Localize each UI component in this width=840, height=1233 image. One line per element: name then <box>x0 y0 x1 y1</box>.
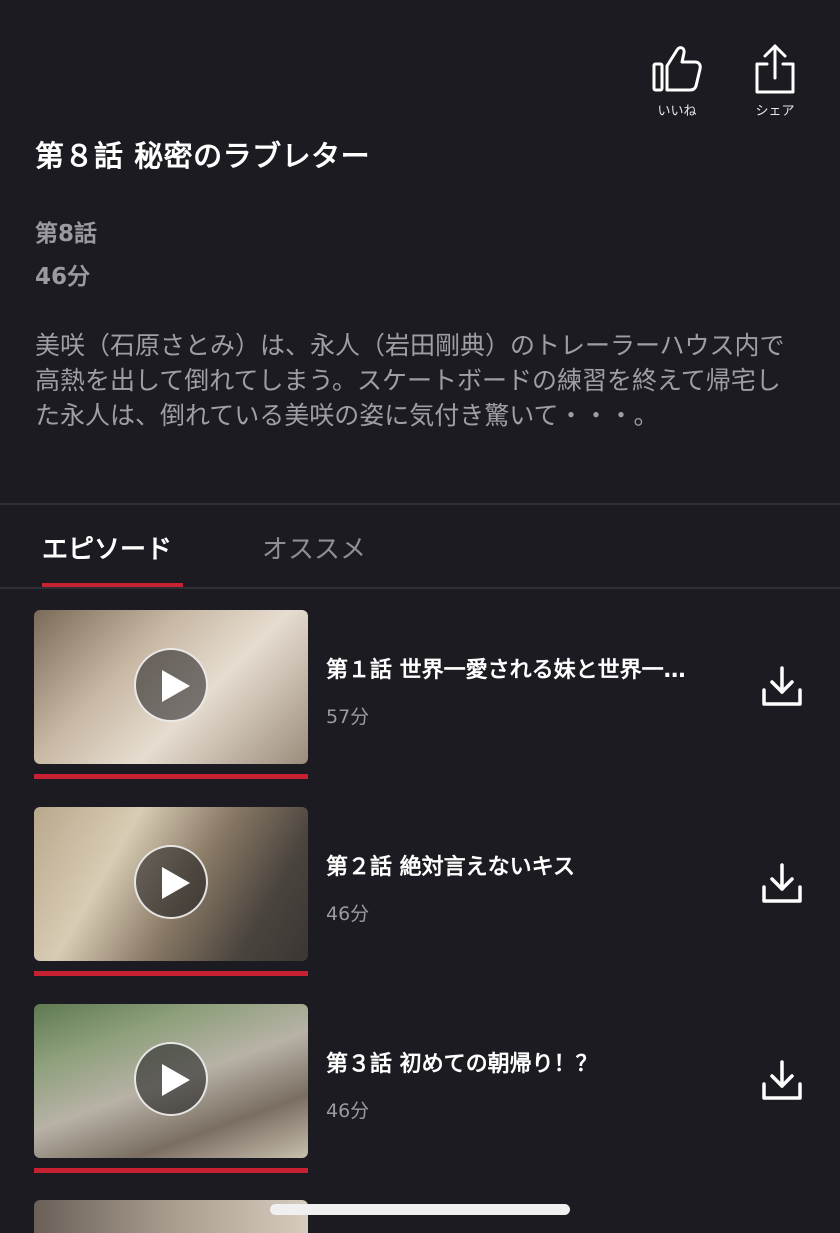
episode-duration: 46分 <box>326 1100 370 1122</box>
tab-bar: エピソード オススメ <box>0 505 840 587</box>
episode-thumbnail[interactable] <box>34 1200 308 1233</box>
home-indicator[interactable] <box>270 1204 570 1215</box>
divider <box>0 587 840 589</box>
page-title: 第８話 秘密のラブレター <box>35 139 371 173</box>
thumbs-up-icon <box>652 46 702 92</box>
like-button[interactable]: いいね <box>648 42 706 119</box>
watch-progress-bar <box>34 971 308 976</box>
tab-recommended[interactable]: オススメ <box>262 529 366 566</box>
episode-duration: 46分 <box>35 264 91 290</box>
episode-duration: 46分 <box>326 903 370 925</box>
list-item[interactable]: 第３話 初めての朝帰り！？ 46分 <box>0 1004 840 1176</box>
list-item[interactable]: 第２話 絶対言えないキス 46分 <box>0 807 840 979</box>
episode-thumbnail[interactable] <box>34 610 308 764</box>
share-button[interactable]: シェア <box>746 42 804 119</box>
episode-thumbnail[interactable] <box>34 807 308 961</box>
episode-thumbnail[interactable] <box>34 1004 308 1158</box>
like-label: いいね <box>657 104 697 119</box>
share-label: シェア <box>755 104 795 119</box>
episode-duration: 57分 <box>326 706 370 728</box>
share-icon <box>755 44 795 94</box>
synopsis: 美咲（石原さとみ）は、永人（岩田剛典）のトレーラーハウス内で高熱を出して倒れてし… <box>35 331 785 430</box>
list-item[interactable]: 第１話 世界一愛される妹と世界一… 57分 <box>0 610 840 782</box>
play-icon <box>162 670 190 702</box>
watch-progress-bar <box>34 1168 308 1173</box>
episode-number: 第8話 <box>35 221 98 247</box>
episode-title: 第３話 初めての朝帰り！？ <box>326 1052 598 1077</box>
download-icon[interactable] <box>760 664 804 708</box>
episode-title: 第２話 絶対言えないキス <box>326 855 576 880</box>
download-icon[interactable] <box>760 1058 804 1102</box>
download-icon[interactable] <box>760 861 804 905</box>
play-button[interactable] <box>134 648 208 722</box>
play-button[interactable] <box>134 1042 208 1116</box>
tab-episodes[interactable]: エピソード <box>42 529 172 566</box>
watch-progress-bar <box>34 774 308 779</box>
play-icon <box>162 867 190 899</box>
episode-title: 第１話 世界一愛される妹と世界一… <box>326 658 686 683</box>
top-actions: いいね シェア <box>648 42 804 119</box>
play-icon <box>162 1064 190 1096</box>
play-button[interactable] <box>134 845 208 919</box>
